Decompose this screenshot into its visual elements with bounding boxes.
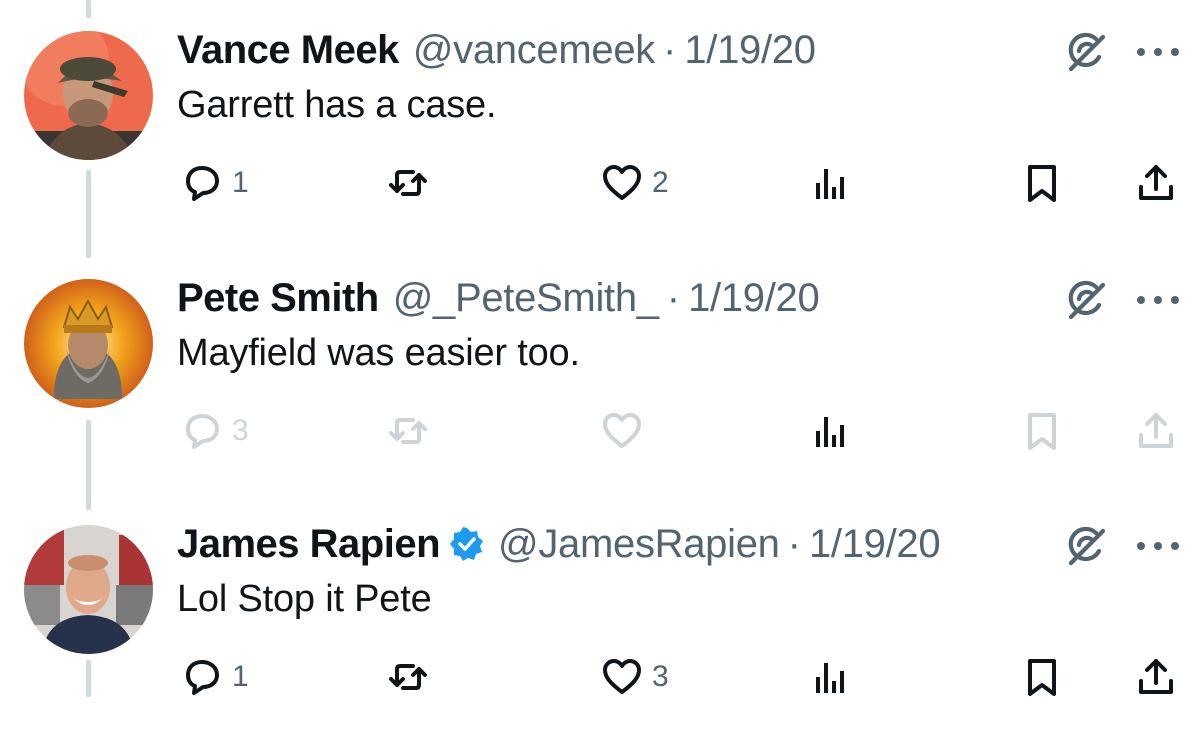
retweet-button[interactable] (386, 406, 430, 456)
bookmark-button[interactable] (1020, 406, 1064, 456)
action-bar: 1 2 (0, 158, 1200, 208)
reply-count: 3 (232, 414, 249, 447)
more-icon[interactable] (1135, 277, 1181, 323)
tweet-header: James Rapien @JamesRapien · 1/19/20 (177, 516, 941, 572)
separator-dot: · (663, 27, 677, 72)
analytics-button[interactable] (808, 652, 852, 702)
author-handle[interactable]: @vancemeek (413, 28, 655, 73)
tweet-text: Lol Stop it Pete (177, 578, 432, 620)
share-button[interactable] (1134, 158, 1178, 208)
bookmark-icon (1028, 413, 1056, 450)
share-icon (1139, 165, 1173, 200)
retweet-icon (389, 170, 427, 196)
analytics-icon (816, 663, 844, 693)
tweet-date[interactable]: 1/19/20 (684, 28, 816, 73)
action-bar: 3 (0, 406, 1200, 456)
tweet-header: Pete Smith @_PeteSmith_ · 1/19/20 (177, 270, 820, 326)
reply-button[interactable]: 3 (180, 406, 249, 456)
reply-button[interactable]: 1 (180, 158, 249, 208)
retweet-button[interactable] (386, 158, 430, 208)
retweet-button[interactable] (386, 652, 430, 702)
like-count: 3 (652, 660, 669, 693)
avatar[interactable] (24, 31, 153, 160)
tweet-text: Garrett has a case. (177, 84, 497, 126)
reply-icon (186, 166, 219, 201)
grok-icon[interactable] (1063, 29, 1109, 75)
like-button[interactable]: 2 (600, 158, 669, 208)
separator-dot: · (787, 521, 801, 566)
analytics-icon (816, 169, 844, 199)
separator-dot: · (666, 275, 681, 320)
reply-button[interactable]: 1 (180, 652, 249, 702)
share-icon (1139, 413, 1173, 448)
tweet-james-rapien[interactable]: James Rapien @JamesRapien · 1/19/20 Lol … (0, 494, 1200, 740)
avatar[interactable] (24, 279, 153, 408)
tweet-pete-smith[interactable]: Pete Smith @_PeteSmith_ · 1/19/20 Mayfie… (0, 248, 1200, 494)
like-icon (603, 659, 641, 694)
like-icon (603, 165, 641, 200)
share-icon (1139, 659, 1173, 694)
author-handle[interactable]: @_PeteSmith_ (393, 276, 659, 321)
bookmark-button[interactable] (1020, 652, 1064, 702)
action-bar: 1 3 (0, 652, 1200, 702)
like-button[interactable]: 3 (600, 652, 669, 702)
more-icon[interactable] (1135, 29, 1181, 75)
tweet-date[interactable]: 1/19/20 (688, 276, 820, 321)
author-name[interactable]: Pete Smith (177, 276, 379, 321)
author-name[interactable]: James Rapien (177, 522, 441, 567)
like-button[interactable] (600, 406, 644, 456)
bookmark-button[interactable] (1020, 158, 1064, 208)
reply-count: 1 (232, 660, 249, 693)
avatar[interactable] (24, 525, 153, 654)
author-name[interactable]: Vance Meek (177, 28, 399, 73)
tweet-vance-meek[interactable]: Vance Meek @vancemeek · 1/19/20 Garrett … (0, 0, 1200, 246)
grok-icon[interactable] (1063, 277, 1109, 323)
analytics-button[interactable] (808, 406, 852, 456)
more-icon[interactable] (1135, 523, 1181, 569)
share-button[interactable] (1134, 652, 1178, 702)
bookmark-icon (1028, 165, 1056, 202)
verified-icon (450, 527, 484, 561)
grok-icon[interactable] (1063, 523, 1109, 569)
bookmark-icon (1028, 659, 1056, 696)
tweet-header: Vance Meek @vancemeek · 1/19/20 (177, 22, 816, 78)
share-button[interactable] (1134, 406, 1178, 456)
reply-icon (186, 660, 219, 695)
like-count: 2 (652, 166, 669, 199)
reply-icon (186, 414, 219, 449)
retweet-icon (389, 418, 427, 444)
analytics-icon (816, 417, 844, 447)
tweet-text: Mayfield was easier too. (177, 332, 580, 374)
author-handle[interactable]: @JamesRapien (498, 522, 780, 567)
tweet-date[interactable]: 1/19/20 (809, 522, 941, 567)
analytics-button[interactable] (808, 158, 852, 208)
like-icon (603, 413, 641, 448)
reply-count: 1 (232, 166, 249, 199)
retweet-icon (389, 664, 427, 690)
